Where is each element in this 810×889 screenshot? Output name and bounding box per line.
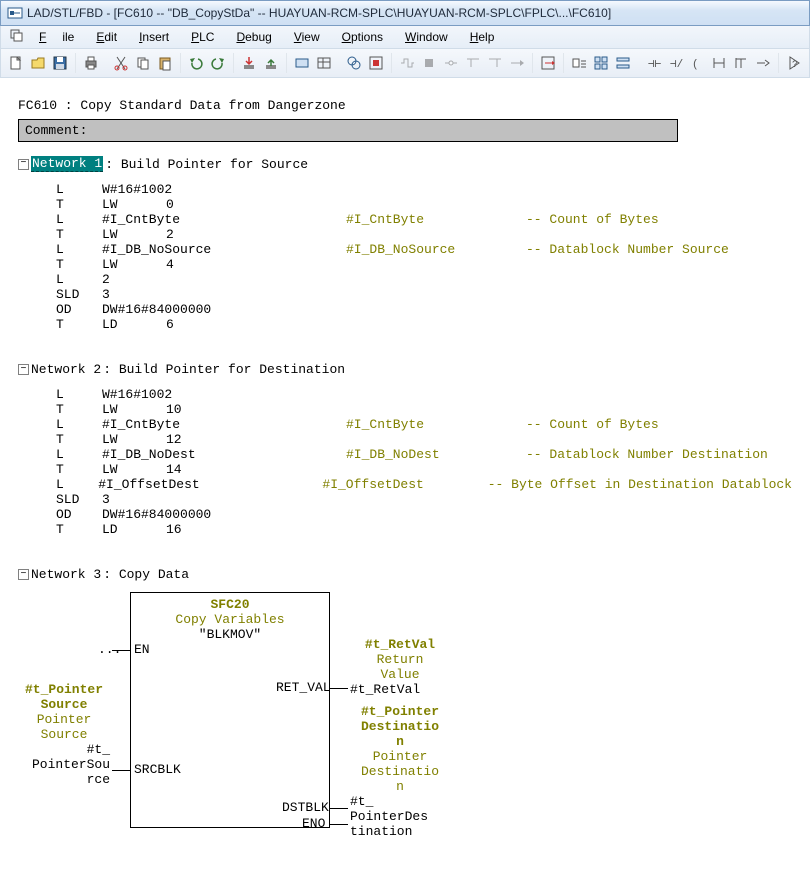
- eno-pin: ENO: [302, 816, 325, 831]
- svg-text:⊣/⊢: ⊣/⊢: [670, 59, 683, 71]
- menu-window[interactable]: Window: [397, 28, 456, 46]
- retval-variable: #t_RetVal Return Value #t_RetVal: [350, 637, 450, 697]
- ref-button[interactable]: [315, 52, 333, 74]
- cut-button[interactable]: [112, 52, 130, 74]
- save-button[interactable]: [51, 52, 69, 74]
- network-2-label[interactable]: Network 2: [31, 362, 101, 377]
- menu-plc[interactable]: PLC: [183, 28, 222, 46]
- srcblk-pin: SRCBLK: [134, 762, 181, 777]
- redo-button[interactable]: [209, 52, 227, 74]
- toolbar: ⊣⊢ ⊣/⊢ ( ) ?: [0, 49, 810, 78]
- menu-options[interactable]: Options: [334, 28, 391, 46]
- menu-bar: File Edit Insert PLC Debug View Options …: [0, 26, 810, 49]
- branch-open-button[interactable]: [464, 52, 482, 74]
- block-type: SFC20: [131, 597, 329, 612]
- dst-variable: #t_Pointer Destinatio n Pointer Destinat…: [350, 704, 450, 839]
- connector-right-button[interactable]: [754, 52, 772, 74]
- fc-title: FC610 : Copy Standard Data from Dangerzo…: [18, 98, 792, 113]
- details-button[interactable]: [614, 52, 632, 74]
- menu-debug[interactable]: Debug: [228, 28, 279, 46]
- monitor-button[interactable]: [345, 52, 363, 74]
- undo-button[interactable]: [187, 52, 205, 74]
- title-bar: LAD/STL/FBD - [FC610 -- "DB_CopyStDa" --…: [0, 0, 810, 26]
- comment-box[interactable]: Comment:: [18, 119, 678, 142]
- src-variable: #t_Pointer Source Pointer Source #t_ Poi…: [18, 682, 110, 787]
- coil-open-button[interactable]: ⊣⊢: [644, 52, 662, 74]
- network-3: − Network 3 : Copy Data SFC20 Copy Varia…: [18, 567, 792, 852]
- coil-close-button[interactable]: ⊣/⊢: [666, 52, 684, 74]
- fbd-block[interactable]: SFC20 Copy Variables "BLKMOV" ... EN RET…: [68, 592, 792, 852]
- print-button[interactable]: [82, 52, 100, 74]
- en-dots: ...: [98, 642, 121, 657]
- network-2: − Network 2 : Build Pointer for Destinat…: [18, 362, 792, 537]
- prog-elements-button[interactable]: [367, 52, 385, 74]
- comment-label: Comment:: [25, 123, 87, 138]
- window-title: LAD/STL/FBD - [FC610 -- "DB_CopyStDa" --…: [27, 6, 611, 20]
- app-icon: [7, 5, 23, 21]
- goto-button[interactable]: [539, 52, 557, 74]
- en-pin: EN: [134, 642, 150, 657]
- network-3-label[interactable]: Network 3: [31, 567, 101, 582]
- network-2-code[interactable]: LW#16#1002TLW10L#I_CntByte#I_CntByte-- C…: [56, 387, 792, 537]
- network-1-code[interactable]: LW#16#1002TLW0L#I_CntByte#I_CntByte-- Co…: [56, 182, 792, 332]
- rung-down-button[interactable]: [732, 52, 750, 74]
- run-button[interactable]: [398, 52, 416, 74]
- dstblk-pin: DSTBLK: [282, 800, 329, 815]
- block-button[interactable]: [293, 52, 311, 74]
- svg-text:⊣⊢: ⊣⊢: [648, 59, 661, 71]
- help-button[interactable]: ?: [785, 52, 803, 74]
- retval-pin: RET_VAL: [276, 680, 331, 695]
- svg-text:?: ?: [792, 60, 798, 71]
- block-desc: Copy Variables: [131, 612, 329, 627]
- network-1-title: : Build Pointer for Source: [105, 157, 308, 172]
- block-name: "BLKMOV": [131, 627, 329, 642]
- network-1: − Network 1 : Build Pointer for Source L…: [18, 156, 792, 332]
- network-3-title: : Copy Data: [103, 567, 189, 582]
- copy-button[interactable]: [134, 52, 152, 74]
- network-2-title: : Build Pointer for Destination: [103, 362, 345, 377]
- output-coil-button[interactable]: ( ): [688, 52, 706, 74]
- stop-button[interactable]: [420, 52, 438, 74]
- connector-button[interactable]: [508, 52, 526, 74]
- menu-help[interactable]: Help: [462, 28, 503, 46]
- download-button[interactable]: [240, 52, 258, 74]
- network-1-label[interactable]: Network 1: [31, 156, 103, 172]
- menu-insert[interactable]: Insert: [131, 28, 177, 46]
- editor-content: FC610 : Copy Standard Data from Dangerzo…: [0, 78, 810, 882]
- upload-button[interactable]: [262, 52, 280, 74]
- rung-button[interactable]: [710, 52, 728, 74]
- overview-button[interactable]: [592, 52, 610, 74]
- menu-edit[interactable]: Edit: [88, 28, 125, 46]
- window-restore-icon[interactable]: [9, 28, 25, 44]
- branch-close-button[interactable]: [486, 52, 504, 74]
- menu-file[interactable]: File: [31, 28, 82, 46]
- paste-button[interactable]: [156, 52, 174, 74]
- catalog-button[interactable]: [570, 52, 588, 74]
- collapse-icon[interactable]: −: [18, 364, 29, 375]
- collapse-icon[interactable]: −: [18, 159, 29, 170]
- svg-text:( ): ( ): [692, 59, 705, 71]
- not-button[interactable]: [442, 52, 460, 74]
- menu-view[interactable]: View: [286, 28, 328, 46]
- open-button[interactable]: [29, 52, 47, 74]
- new-button[interactable]: [7, 52, 25, 74]
- collapse-icon[interactable]: −: [18, 569, 29, 580]
